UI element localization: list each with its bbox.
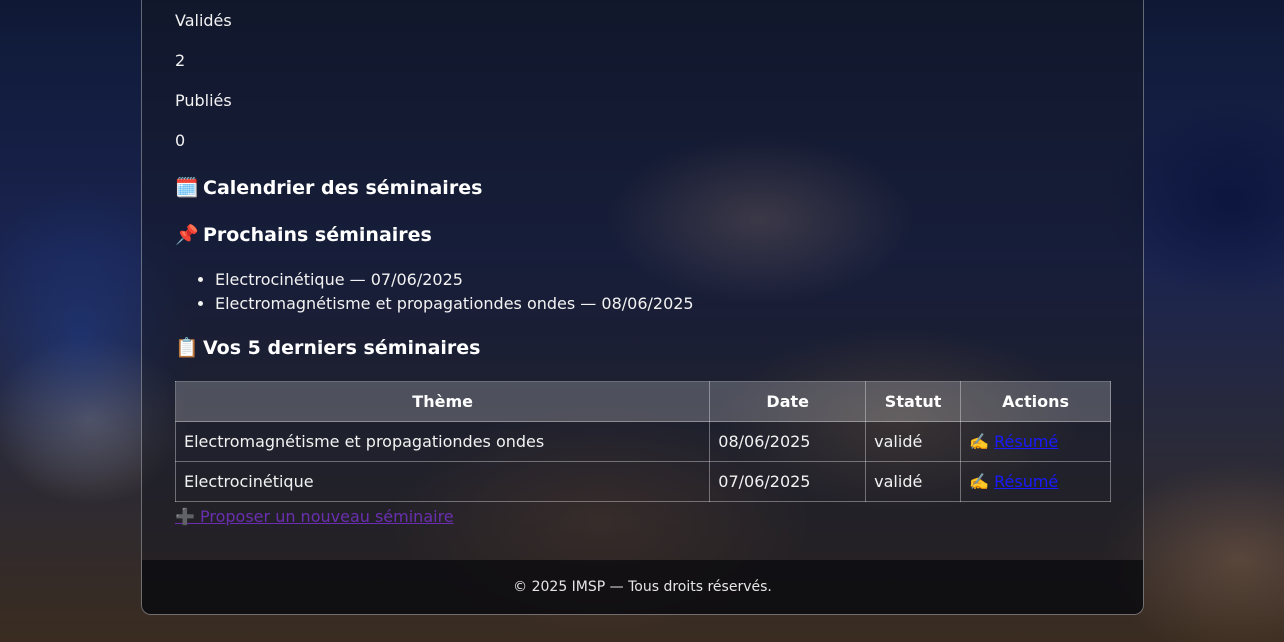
column-header-status: Statut bbox=[865, 381, 962, 422]
cell-date: 08/06/2025 bbox=[709, 421, 867, 462]
table-header-row: Thème Date Statut Actions bbox=[174, 381, 1111, 422]
cell-theme: Electromagnétisme et propagationdes onde… bbox=[174, 421, 711, 462]
upcoming-list: Electrocinétique — 07/06/2025 Electromag… bbox=[175, 268, 694, 316]
table-row: Electromagnétisme et propagationdes onde… bbox=[174, 421, 1111, 462]
calendar-heading: 🗓️ Calendrier des séminaires bbox=[175, 176, 482, 199]
list-item: Electrocinétique — 07/06/2025 bbox=[215, 268, 694, 292]
table-row: Electrocinétique 07/06/2025 validé ✍️ Ré… bbox=[174, 461, 1111, 502]
cell-status: validé bbox=[865, 421, 962, 462]
upcoming-heading: 📌 Prochains séminaires bbox=[175, 223, 432, 246]
stat-published-label: Publiés bbox=[175, 91, 232, 110]
footer: © 2025 IMSP — Tous droits réservés. bbox=[142, 560, 1143, 614]
column-header-date: Date bbox=[709, 381, 867, 422]
writing-hand-icon: ✍️ bbox=[969, 472, 990, 491]
writing-hand-icon: ✍️ bbox=[969, 432, 990, 451]
resume-link[interactable]: Résumé bbox=[994, 432, 1058, 451]
plus-icon: ➕ bbox=[175, 507, 195, 526]
recent-heading: 📋 Vos 5 derniers séminaires bbox=[175, 336, 481, 359]
stat-validated-value: 2 bbox=[175, 51, 186, 70]
propose-seminar-link[interactable]: ➕ Proposer un nouveau séminaire bbox=[175, 507, 454, 526]
cell-status: validé bbox=[865, 461, 962, 502]
cell-actions: ✍️ Résumé bbox=[960, 421, 1111, 462]
calendar-icon: 🗓️ bbox=[175, 177, 199, 199]
dashboard-panel: Validés 2 Publiés 0 🗓️ Calendrier des sém… bbox=[141, 0, 1144, 615]
propose-seminar-label: Proposer un nouveau séminaire bbox=[200, 507, 454, 526]
stat-published-value: 0 bbox=[175, 131, 186, 150]
clipboard-icon: 📋 bbox=[175, 337, 199, 359]
footer-copyright: © 2025 IMSP — Tous droits réservés. bbox=[513, 579, 772, 595]
cell-actions: ✍️ Résumé bbox=[960, 461, 1111, 502]
upcoming-heading-text: Prochains séminaires bbox=[203, 224, 432, 246]
resume-link[interactable]: Résumé bbox=[994, 472, 1058, 491]
column-header-actions: Actions bbox=[960, 381, 1111, 422]
cell-theme: Electrocinétique bbox=[174, 461, 711, 502]
calendar-heading-text: Calendrier des séminaires bbox=[203, 177, 483, 199]
pushpin-icon: 📌 bbox=[175, 224, 199, 246]
list-item: Electromagnétisme et propagationdes onde… bbox=[215, 292, 694, 316]
stat-validated-label: Validés bbox=[175, 11, 232, 30]
recent-heading-text: Vos 5 derniers séminaires bbox=[203, 337, 481, 359]
cell-date: 07/06/2025 bbox=[709, 461, 867, 502]
seminars-table: Thème Date Statut Actions Electromagnéti… bbox=[174, 381, 1111, 502]
column-header-theme: Thème bbox=[174, 381, 711, 422]
